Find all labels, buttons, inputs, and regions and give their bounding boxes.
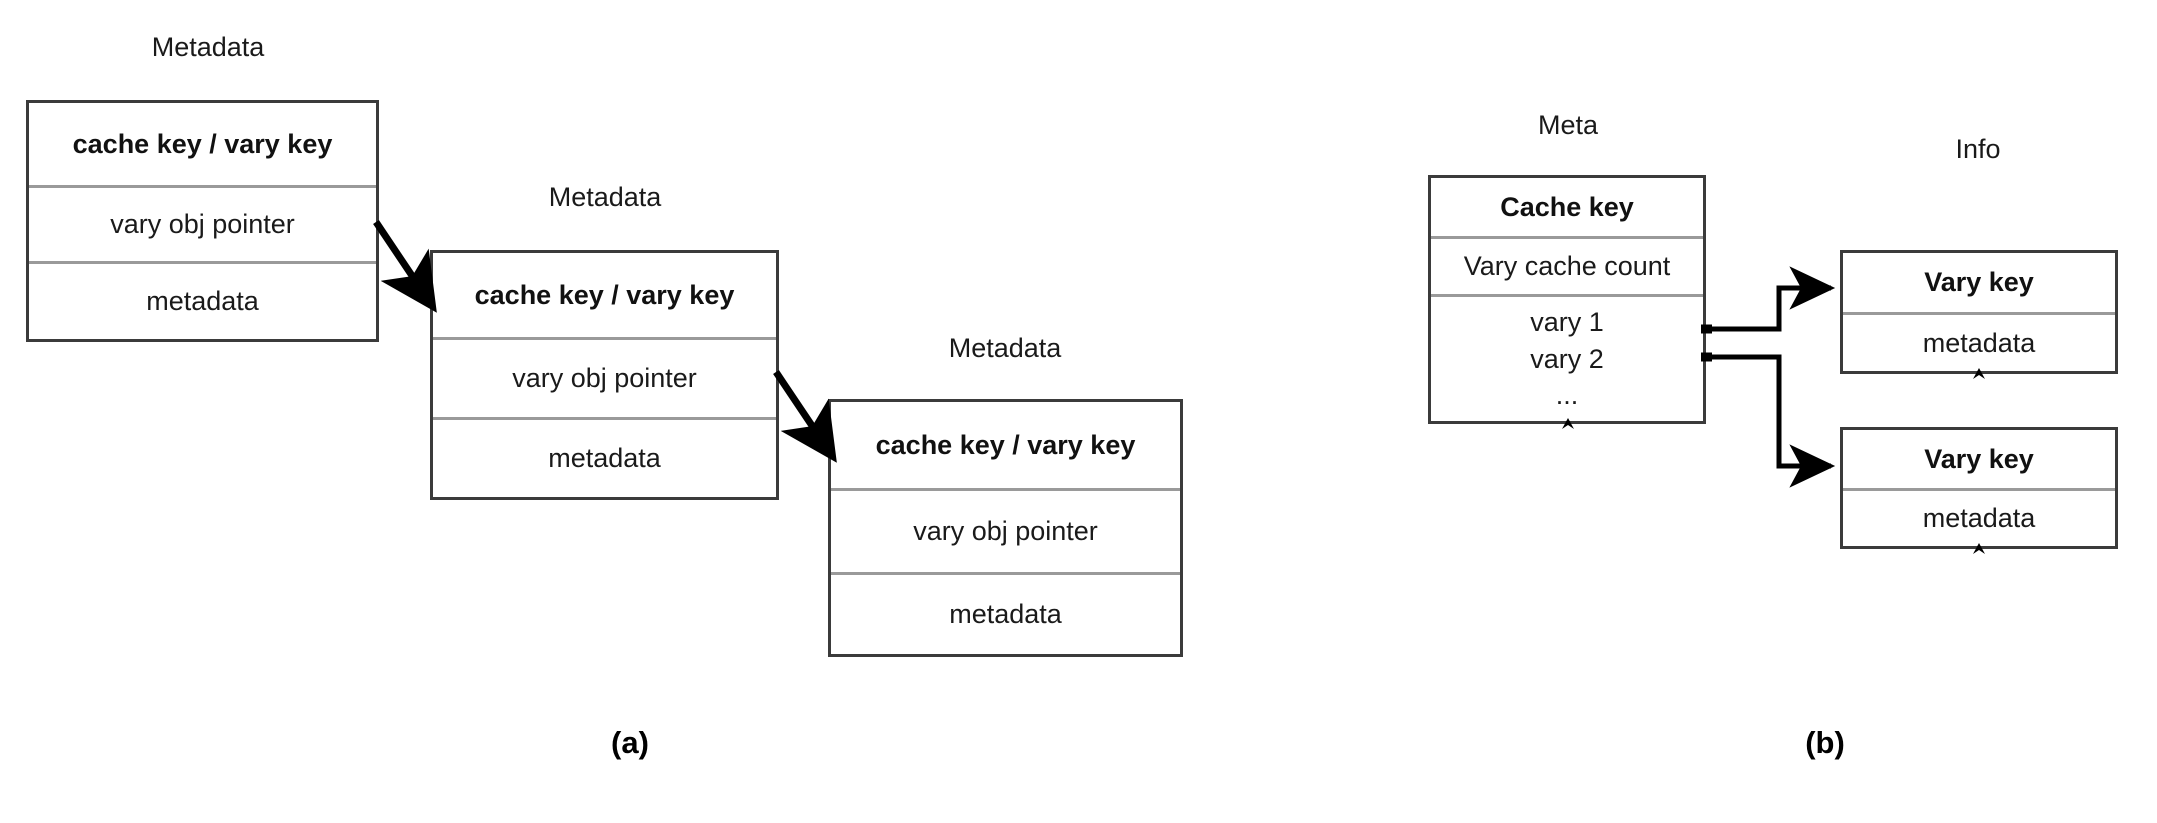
arrow-vary2-to-varykey2: [1706, 354, 1836, 488]
row-vary-obj-pointer: vary obj pointer: [433, 337, 776, 417]
node-title-metadata-1: Metadata: [151, 32, 265, 62]
panel-a-caption: (a): [611, 725, 649, 760]
row-cache-key: Cache key: [1431, 178, 1703, 236]
row-metadata: metadata: [1843, 312, 2115, 371]
vary-list-item-1: vary 1: [1530, 307, 1604, 338]
row-cache-key-vary-key: cache key / vary key: [29, 103, 376, 185]
row-vary-key: Vary key: [1843, 430, 2115, 488]
metadata-node-3[interactable]: cache key / vary key vary obj pointer me…: [828, 399, 1183, 657]
node-title-metadata-3: Metadata: [948, 333, 1062, 363]
node-title-info: Info: [1955, 134, 2001, 164]
node-title-metadata-2: Metadata: [548, 182, 662, 212]
row-vary-key: Vary key: [1843, 253, 2115, 312]
panel-b-caption: (b): [1805, 725, 1845, 760]
row-metadata: metadata: [1843, 488, 2115, 546]
vary-key-node-1[interactable]: Vary key metadata: [1840, 250, 2118, 374]
vary-list-ellipsis: ...: [1555, 379, 1579, 410]
row-cache-key-vary-key: cache key / vary key: [831, 402, 1180, 488]
arrow-vary1-to-varykey1: [1706, 266, 1836, 332]
row-vary-obj-pointer: vary obj pointer: [831, 488, 1180, 572]
node-title-meta: Meta: [1537, 110, 1599, 140]
metadata-node-2[interactable]: cache key / vary key vary obj pointer me…: [430, 250, 779, 500]
arrow-meta2-to-meta3: [773, 370, 837, 463]
metadata-node-1[interactable]: cache key / vary key vary obj pointer me…: [26, 100, 379, 342]
arrow-meta1-to-meta2: [373, 220, 437, 313]
row-vary-cache-count: Vary cache count: [1431, 236, 1703, 294]
row-cache-key-vary-key: cache key / vary key: [433, 253, 776, 337]
row-metadata: metadata: [831, 572, 1180, 654]
row-metadata: metadata: [433, 417, 776, 497]
meta-node[interactable]: Cache key Vary cache count vary 1 vary 2…: [1428, 175, 1706, 424]
row-vary-list: vary 1 vary 2 ...: [1431, 294, 1703, 421]
vary-key-node-2[interactable]: Vary key metadata: [1840, 427, 2118, 549]
row-metadata: metadata: [29, 261, 376, 339]
vary-list-item-2: vary 2: [1530, 343, 1604, 374]
row-vary-obj-pointer: vary obj pointer: [29, 185, 376, 261]
figure-canvas: Metadata cache key / vary key vary obj p…: [0, 0, 2157, 823]
